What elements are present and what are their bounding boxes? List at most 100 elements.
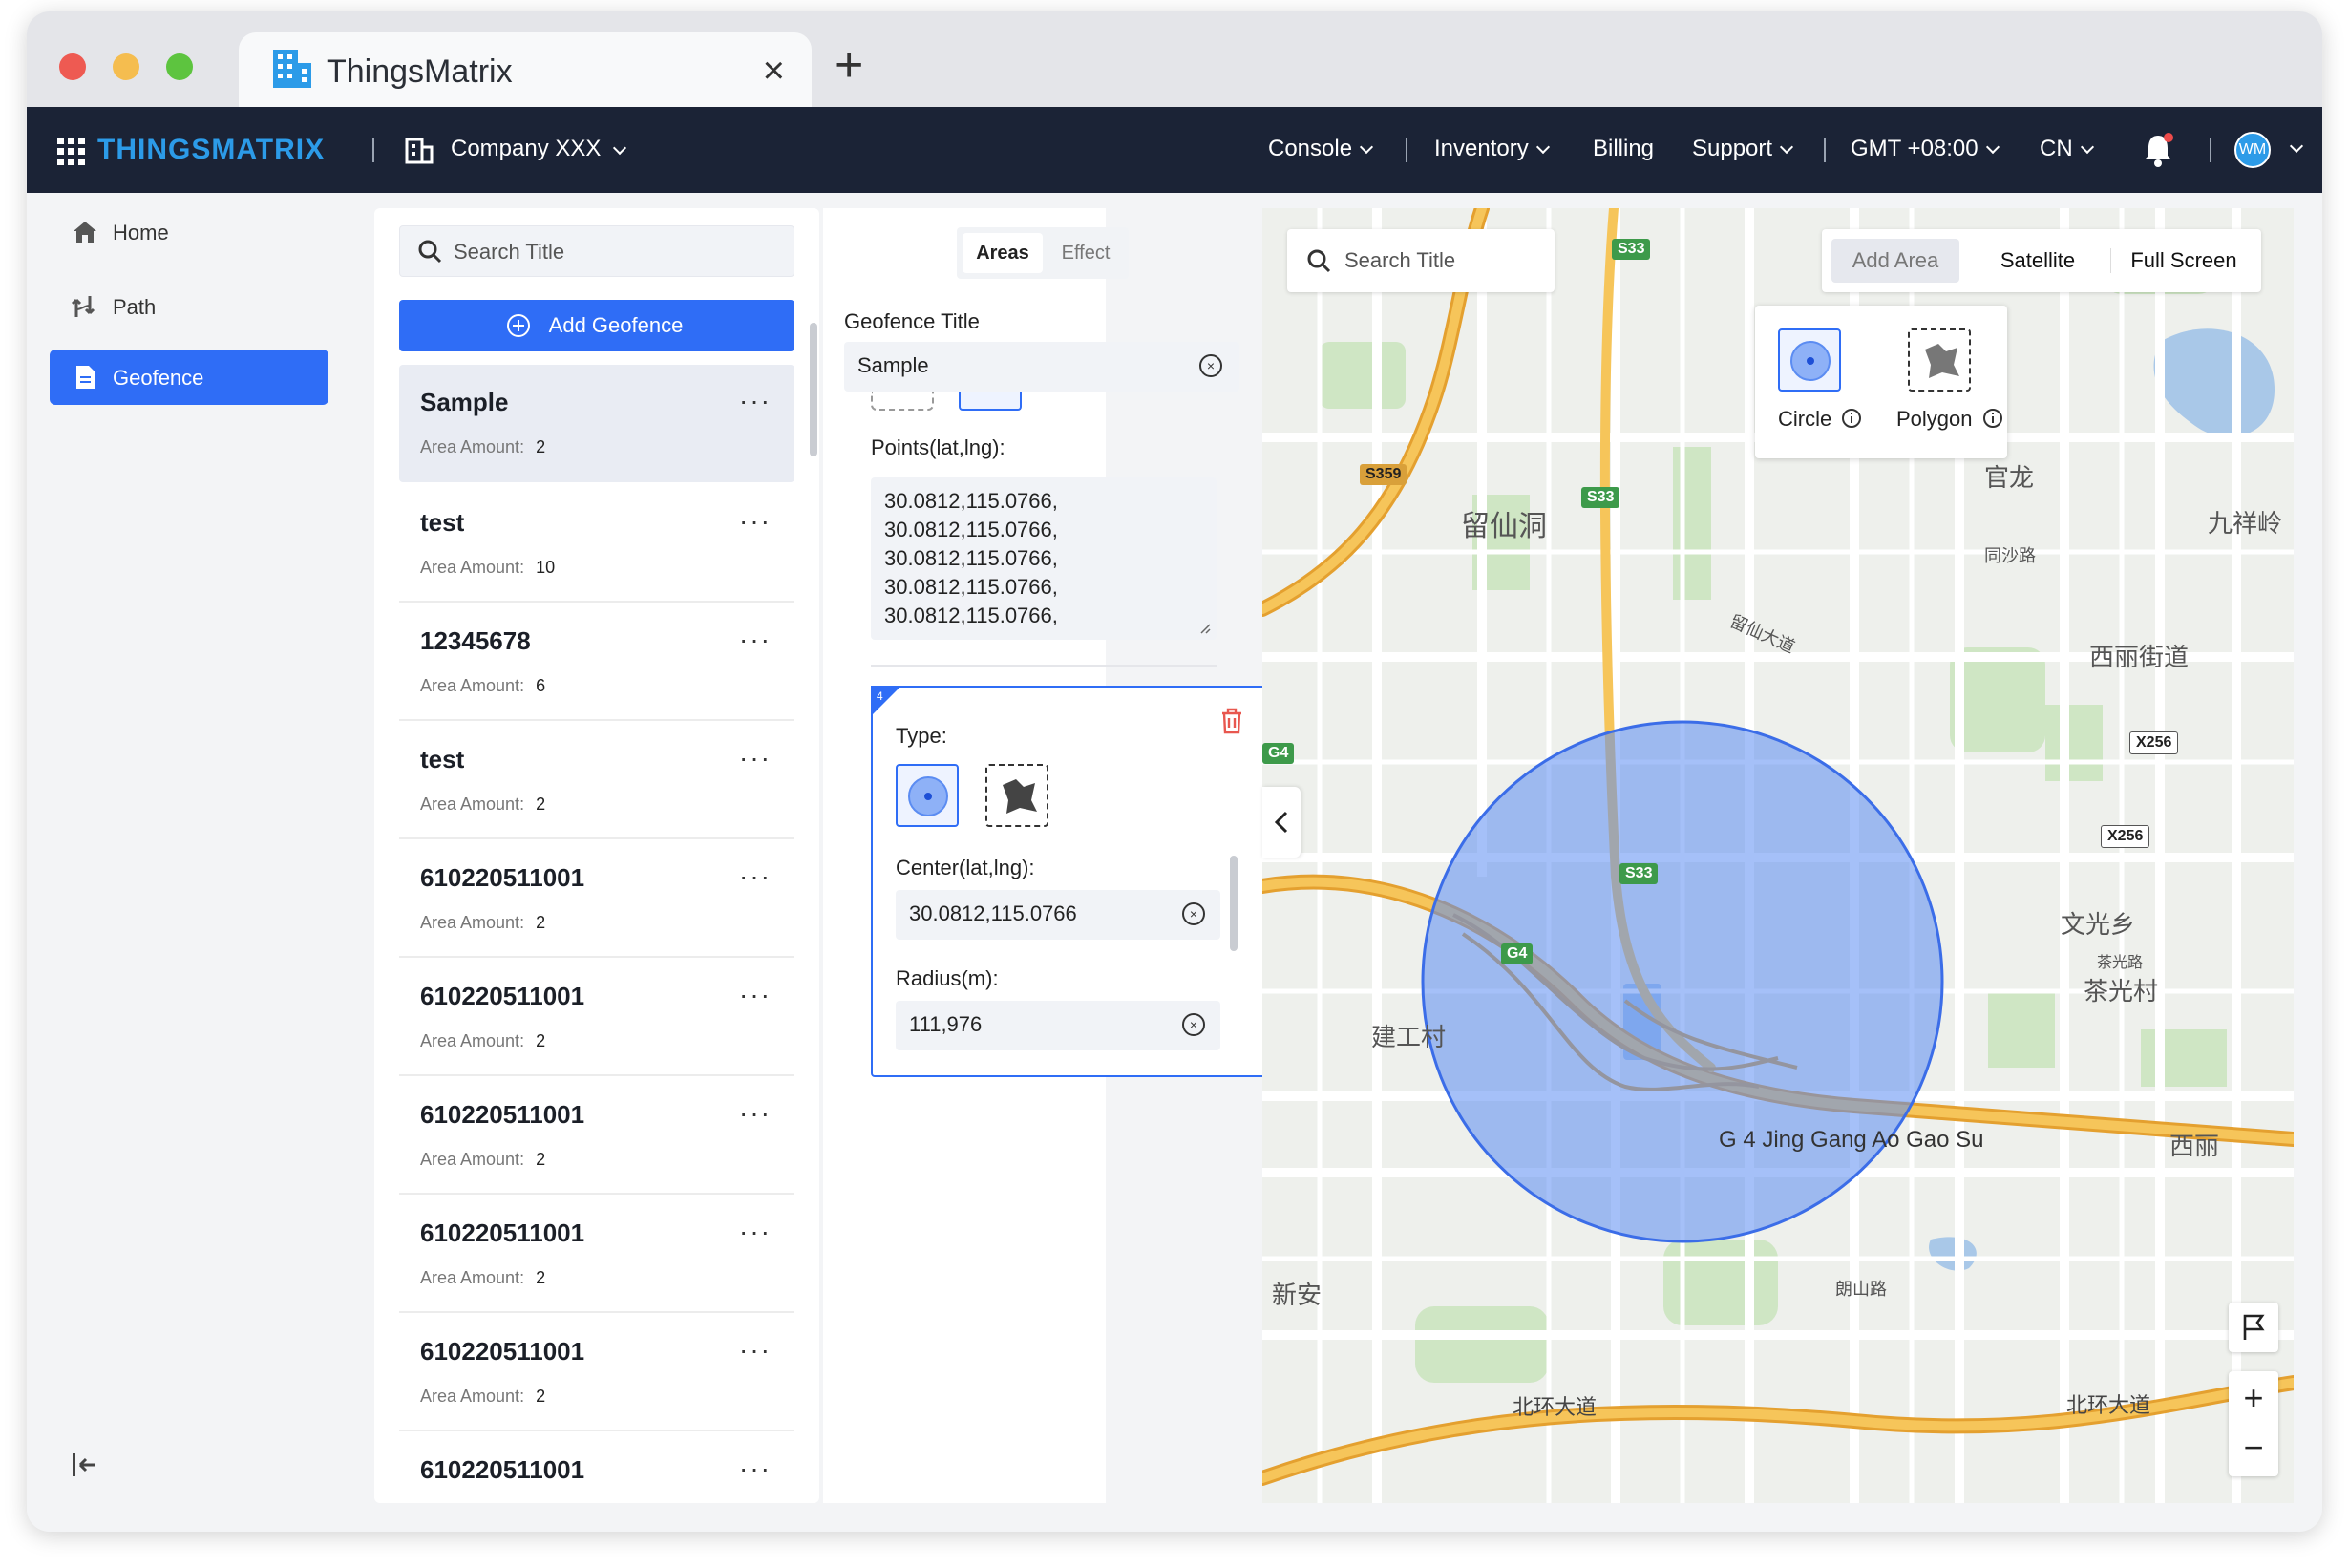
geofence-row[interactable]: 610220511001 ··· Area Amount: 2: [399, 1077, 794, 1195]
inventory-menu[interactable]: Inventory: [1434, 136, 1550, 162]
type-polygon-option[interactable]: [985, 764, 1048, 827]
info-icon[interactable]: [1982, 408, 2003, 429]
sidebar-item-path[interactable]: Path: [50, 279, 328, 334]
more-options-icon[interactable]: ···: [739, 625, 772, 655]
inventory-label: Inventory: [1434, 136, 1529, 161]
support-menu[interactable]: Support: [1692, 136, 1794, 162]
geofence-row[interactable]: 610220511001 ···: [399, 1432, 794, 1503]
sidebar: Home Path Geofence: [27, 193, 370, 1532]
map-view[interactable]: 留仙洞 官龙 九祥岭 西丽街道 文光乡 茶光村 茶光路 建工村 新安 北环大道 …: [1262, 208, 2294, 1503]
tab-areas[interactable]: Areas: [963, 233, 1043, 273]
maximize-window-button[interactable]: [166, 53, 193, 80]
more-options-icon[interactable]: ···: [739, 980, 772, 1010]
divider: [2210, 138, 2211, 162]
type-circle-option[interactable]: [896, 764, 959, 827]
radius-input[interactable]: 111,976 ×: [896, 1001, 1220, 1050]
close-tab-icon[interactable]: ×: [763, 50, 785, 93]
center-input[interactable]: 30.0812,115.0766 ×: [896, 890, 1220, 940]
area-amount: Area Amount: 2: [420, 1268, 545, 1288]
geofence-row[interactable]: 610220511001 ··· Area Amount: 2: [399, 1314, 794, 1431]
geofence-title: 610220511001: [420, 1218, 585, 1247]
path-icon: [71, 296, 95, 317]
brand-logo[interactable]: THINGSMATRIX: [97, 134, 325, 166]
search-icon: [1307, 249, 1331, 273]
geofence-row[interactable]: 610220511001 ··· Area Amount: 2: [399, 959, 794, 1076]
road-sign: G4: [1262, 743, 1295, 764]
user-menu[interactable]: WM: [2234, 130, 2311, 170]
clear-icon[interactable]: ×: [1199, 354, 1222, 377]
geofence-row[interactable]: Sample ··· Area Amount: 2: [399, 365, 794, 482]
full-screen-button[interactable]: Full Screen: [2114, 239, 2254, 283]
satellite-button[interactable]: Satellite: [1971, 239, 2105, 283]
area-amount-value: 2: [536, 1387, 546, 1406]
sidebar-item-label: Path: [113, 295, 157, 319]
tab-effect[interactable]: Effect: [1048, 233, 1123, 273]
zoom-in-button[interactable]: +: [2229, 1371, 2278, 1424]
search-placeholder: Search Title: [1344, 248, 1456, 272]
geofence-title-input[interactable]: Sample ×: [844, 342, 1239, 392]
geofence-editor-panel: Areas Effect Geofence Title Sample × Poi…: [823, 208, 1278, 1503]
clear-icon[interactable]: ×: [1182, 902, 1205, 925]
collapse-panel-button[interactable]: [1262, 787, 1301, 858]
sidebar-item-home[interactable]: Home: [50, 204, 328, 260]
support-label: Support: [1692, 136, 1773, 161]
geofence-title: 610220511001: [420, 1100, 585, 1129]
add-geofence-button[interactable]: Add Geofence: [399, 300, 794, 351]
more-options-icon[interactable]: ···: [739, 743, 772, 773]
map-search-input[interactable]: Search Title: [1287, 229, 1555, 292]
timezone-menu[interactable]: GMT +08:00: [1851, 136, 2000, 162]
info-icon[interactable]: [1841, 408, 1862, 429]
top-navigation: THINGSMATRIX Company XXX Console Invento…: [27, 107, 2322, 193]
sidebar-item-geofence[interactable]: Geofence: [50, 350, 328, 405]
more-options-icon[interactable]: ···: [739, 1217, 772, 1247]
circle-shape-option[interactable]: [1778, 328, 1841, 392]
more-options-icon[interactable]: ···: [739, 1098, 772, 1129]
more-options-icon[interactable]: ···: [739, 386, 772, 416]
map-label: G 4 Jing Gang Ao Gao Su: [1719, 1127, 1984, 1153]
map-label: 文光乡: [2061, 910, 2136, 939]
plus-circle-icon: [507, 314, 530, 337]
list-scrollbar[interactable]: [810, 323, 817, 456]
geofence-row[interactable]: test ··· Area Amount: 10: [399, 485, 794, 603]
geofence-search-input[interactable]: Search Title: [399, 225, 794, 277]
area-amount-label: Area Amount:: [420, 1268, 525, 1287]
map-label: 茶光路: [2097, 955, 2144, 971]
add-area-button[interactable]: Add Area: [1831, 239, 1959, 283]
card-scrollbar[interactable]: [1230, 856, 1238, 951]
language-label: CN: [2040, 136, 2073, 161]
minimize-window-button[interactable]: [113, 53, 139, 80]
editor-tabs: Areas Effect: [957, 227, 1129, 279]
polygon-shape-option[interactable]: [1908, 328, 1971, 392]
card-index: 4: [877, 689, 883, 703]
geofence-row[interactable]: 610220511001 ··· Area Amount: 2: [399, 840, 794, 958]
geofence-row[interactable]: 610220511001 ··· Area Amount: 2: [399, 1196, 794, 1313]
apps-grid-icon[interactable]: [57, 138, 86, 166]
browser-tab[interactable]: ThingsMatrix ×: [239, 32, 812, 107]
collapse-sidebar-icon[interactable]: [69, 1450, 99, 1480]
circle-label: Circle: [1778, 405, 1862, 432]
trash-icon[interactable]: [1218, 707, 1245, 735]
geofence-title: Sample: [420, 388, 509, 416]
points-textarea[interactable]: 30.0812,115.0766, 30.0812,115.0766, 30.0…: [871, 477, 1217, 640]
more-options-icon[interactable]: ···: [739, 506, 772, 537]
language-menu[interactable]: CN: [2040, 136, 2094, 162]
geofence-row[interactable]: test ··· Area Amount: 2: [399, 722, 794, 839]
divider: [2110, 248, 2111, 273]
geofence-row[interactable]: 12345678 ··· Area Amount: 6: [399, 604, 794, 721]
more-options-icon[interactable]: ···: [739, 1335, 772, 1366]
circle-shape-icon: [1790, 341, 1831, 381]
more-options-icon[interactable]: ···: [739, 1453, 772, 1484]
chevron-down-icon: [2289, 138, 2304, 154]
bell-icon[interactable]: [2141, 132, 2175, 168]
close-window-button[interactable]: [59, 53, 86, 80]
clear-icon[interactable]: ×: [1182, 1013, 1205, 1036]
more-options-icon[interactable]: ···: [739, 861, 772, 892]
console-menu[interactable]: Console: [1268, 136, 1374, 162]
billing-link[interactable]: Billing: [1593, 136, 1654, 162]
geofence-title: test: [420, 745, 465, 773]
new-tab-icon[interactable]: +: [835, 40, 863, 90]
zoom-out-button[interactable]: −: [2229, 1424, 2278, 1476]
flag-button[interactable]: [2229, 1303, 2278, 1352]
flag-icon: [2243, 1314, 2265, 1340]
resize-handle-icon[interactable]: [1199, 623, 1211, 634]
